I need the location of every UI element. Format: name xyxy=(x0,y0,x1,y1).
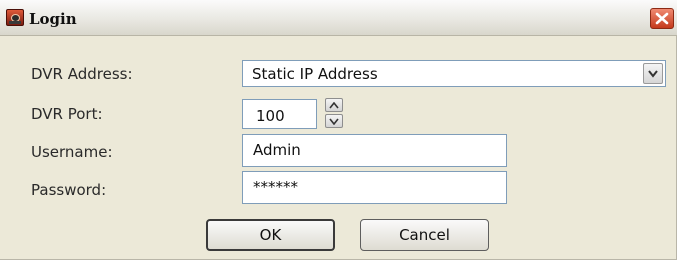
password-label: Password: xyxy=(31,181,107,199)
port-decrement-button[interactable] xyxy=(325,114,343,128)
chevron-down-icon xyxy=(648,70,658,78)
close-button[interactable] xyxy=(650,8,674,29)
arrow-up-icon xyxy=(329,102,339,109)
dvr-port-label: DVR Port: xyxy=(31,105,103,123)
password-value: ****** xyxy=(253,178,298,196)
login-dialog: Login DVR Address: Static IP Address DVR… xyxy=(0,0,677,260)
arrow-down-icon xyxy=(329,118,339,125)
dvr-address-select[interactable]: Static IP Address xyxy=(242,60,666,87)
dvr-port-input[interactable]: 100 xyxy=(242,99,317,129)
window-title: Login xyxy=(29,10,77,28)
username-label: Username: xyxy=(31,143,113,161)
dvr-port-value: 100 xyxy=(256,107,285,125)
username-field[interactable]: Admin xyxy=(242,134,507,167)
dvr-address-value: Static IP Address xyxy=(252,65,378,83)
title-bar: Login xyxy=(0,0,677,36)
dvr-address-label: DVR Address: xyxy=(31,65,133,83)
dropdown-button[interactable] xyxy=(643,63,663,84)
close-icon xyxy=(655,12,669,25)
camera-icon xyxy=(6,9,24,26)
ok-button[interactable]: OK xyxy=(206,219,335,251)
username-value: Admin xyxy=(253,141,301,159)
port-increment-button[interactable] xyxy=(325,98,343,112)
password-field[interactable]: ****** xyxy=(242,171,507,204)
cancel-button[interactable]: Cancel xyxy=(360,219,489,251)
dvr-port-stepper xyxy=(325,98,343,129)
